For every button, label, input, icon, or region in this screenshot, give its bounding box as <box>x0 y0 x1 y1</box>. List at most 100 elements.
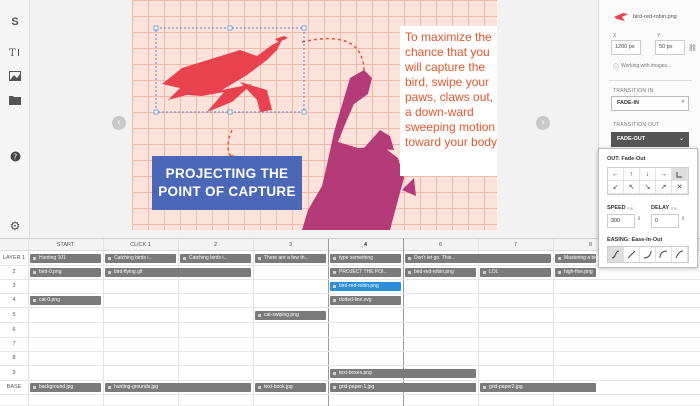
row-label: 4 <box>12 297 16 303</box>
timeline-clip[interactable]: There are a few th... <box>255 254 326 263</box>
speed-stepper[interactable]: ⇕ <box>637 216 641 222</box>
selection-handle <box>301 25 307 31</box>
timeline-clip[interactable]: type something <box>330 254 401 263</box>
selection-handle <box>153 109 159 115</box>
x-position-input[interactable]: 1200 px <box>611 40 641 55</box>
timeline-clip[interactable]: Mastering a bird... <box>555 254 596 263</box>
timeline-clip[interactable]: cat-swiping.png <box>255 311 326 320</box>
direction-up-right-button[interactable]: ↗ <box>656 181 672 194</box>
row-divider <box>0 394 700 395</box>
cat-image <box>302 70 416 230</box>
dotted-line-arc-top <box>301 37 365 73</box>
row-label: 6 <box>12 327 16 333</box>
speed-input[interactable]: 300 <box>607 214 635 228</box>
stage: ‹ › To maximize the chance that you will… <box>30 0 598 238</box>
timeline-clip[interactable]: Catching birds i... <box>105 254 176 263</box>
transition-in-value: FADE-IN <box>617 100 639 106</box>
out-title: OUT: Fade-Out <box>607 156 646 162</box>
direction-up-button[interactable]: ↑ <box>624 168 640 181</box>
timeline-clip[interactable]: grid-paper-1.jpg <box>330 383 476 392</box>
row-label: 7 <box>12 341 16 347</box>
next-slide-button[interactable]: › <box>536 116 550 130</box>
column-header[interactable]: 3 <box>253 242 328 248</box>
timeline-clip[interactable]: PROJECT THE POI... <box>330 268 401 277</box>
speed-unit: ms <box>627 206 633 211</box>
direction-scale-button[interactable]: ✕ <box>672 181 688 194</box>
image-tool-icon[interactable] <box>7 68 23 84</box>
x-label: X <box>613 33 617 39</box>
y-position-input[interactable]: 50 px <box>655 40 685 55</box>
chevron-down-icon: ⌄ <box>678 136 684 142</box>
row-divider <box>0 265 700 266</box>
direction-down-button[interactable]: ↓ <box>640 168 656 181</box>
transition-out-dropdown[interactable]: FADE-OUT ⌄ <box>611 132 689 147</box>
delay-input[interactable]: 0 <box>651 214 679 228</box>
direction-none-button[interactable] <box>672 168 688 181</box>
row-divider <box>0 365 700 366</box>
selection-handle <box>227 109 233 115</box>
text-tool-icon[interactable]: T <box>7 44 23 60</box>
easing-ease-button[interactable] <box>672 247 688 262</box>
help-icon[interactable]: ? <box>7 148 23 164</box>
transition-in-dropdown[interactable]: FADE-IN › <box>611 96 689 111</box>
row-divider <box>0 293 700 294</box>
y-label: Y <box>657 33 661 39</box>
timeline-clip[interactable]: text-boxes.png <box>330 369 476 378</box>
svg-text:T: T <box>9 48 16 57</box>
timeline-clip[interactable]: cat-0.png <box>30 296 101 305</box>
timeline-clip[interactable]: high-five.png <box>555 268 596 277</box>
column-header[interactable]: 6 <box>403 242 478 248</box>
slide-textbox[interactable]: To maximize the chance that you will cap… <box>400 26 497 176</box>
direction-right-button[interactable]: → <box>656 168 672 181</box>
timeline-clip[interactable]: bird-flying.gif <box>105 268 251 277</box>
timeline-clip[interactable]: Don't let go. This... <box>405 254 551 263</box>
row-divider <box>0 279 700 280</box>
timeline-clip[interactable]: text-book.jpg <box>255 383 326 392</box>
row-label: 2 <box>12 269 16 275</box>
timeline: START CLICK 1 2 3 4 6 7 8 LAYER 1 2 3 4 … <box>0 238 700 406</box>
transition-popover: OUT: Fade-Out ← ↑ ↓ → ↙ ↖ ↘ ↗ ✕ SPEED ms… <box>598 148 698 268</box>
column-header[interactable]: 7 <box>478 242 553 248</box>
timeline-clip-selected[interactable]: bird-red-robin.png <box>330 282 401 291</box>
direction-down-left-button[interactable]: ↙ <box>608 181 624 194</box>
column-header-current[interactable]: 4 <box>328 242 403 248</box>
row-label: 8 <box>12 355 16 361</box>
direction-grid: ← ↑ ↓ → ↙ ↖ ↘ ↗ ✕ <box>607 167 689 195</box>
row-divider <box>0 351 700 352</box>
easing-ease-in-button[interactable] <box>640 247 656 262</box>
timeline-clip[interactable]: bird-0.png <box>30 268 101 277</box>
timeline-clip[interactable]: Hunting 101 <box>30 254 101 263</box>
column-header[interactable]: START <box>28 242 103 248</box>
row-divider <box>0 307 700 308</box>
easing-ease-out-button[interactable] <box>656 247 672 262</box>
asset-thumbnail-icon <box>614 13 628 21</box>
slide-canvas[interactable]: To maximize the chance that you will cap… <box>132 0 497 230</box>
speed-label: SPEED <box>607 205 626 211</box>
direction-down-right-button[interactable]: ↘ <box>640 181 656 194</box>
timeline-clip[interactable]: LOL <box>480 268 551 277</box>
easing-ease-in-out-button[interactable] <box>608 247 624 262</box>
timeline-clip[interactable]: hunting-grounds.jpg <box>105 383 251 392</box>
delay-stepper[interactable]: ⇕ <box>681 216 685 222</box>
info-icon: ⓘ <box>613 65 620 71</box>
column-header[interactable]: CLICK 1 <box>103 242 178 248</box>
link-icon[interactable]: ⛓ <box>688 44 697 52</box>
timeline-clip[interactable]: background.jpg <box>30 383 101 392</box>
timeline-clip[interactable]: dotted-line.svg <box>330 296 401 305</box>
prev-slide-button[interactable]: ‹ <box>112 116 126 130</box>
column-header[interactable]: 2 <box>178 242 253 248</box>
timeline-clip[interactable]: grid-paper2.jpg <box>480 383 596 392</box>
slide-label-box[interactable]: PROJECTING THE POINT OF CAPTURE <box>152 156 302 210</box>
direction-up-left-button[interactable]: ↖ <box>624 181 640 194</box>
settings-gear-icon[interactable]: ⚙ <box>7 218 23 234</box>
logo-button[interactable]: S <box>7 14 23 30</box>
row-divider <box>0 380 700 381</box>
folder-icon[interactable] <box>7 92 23 108</box>
timeline-clip[interactable]: Catching birds i... <box>180 254 251 263</box>
divider <box>609 80 692 81</box>
direction-left-button[interactable]: ← <box>608 168 624 181</box>
row-divider <box>0 337 700 338</box>
easing-title: EASING: Ease-In-Out <box>607 237 663 243</box>
timeline-clip[interactable]: bird-red-robin.png <box>405 268 476 277</box>
easing-linear-button[interactable] <box>624 247 640 262</box>
